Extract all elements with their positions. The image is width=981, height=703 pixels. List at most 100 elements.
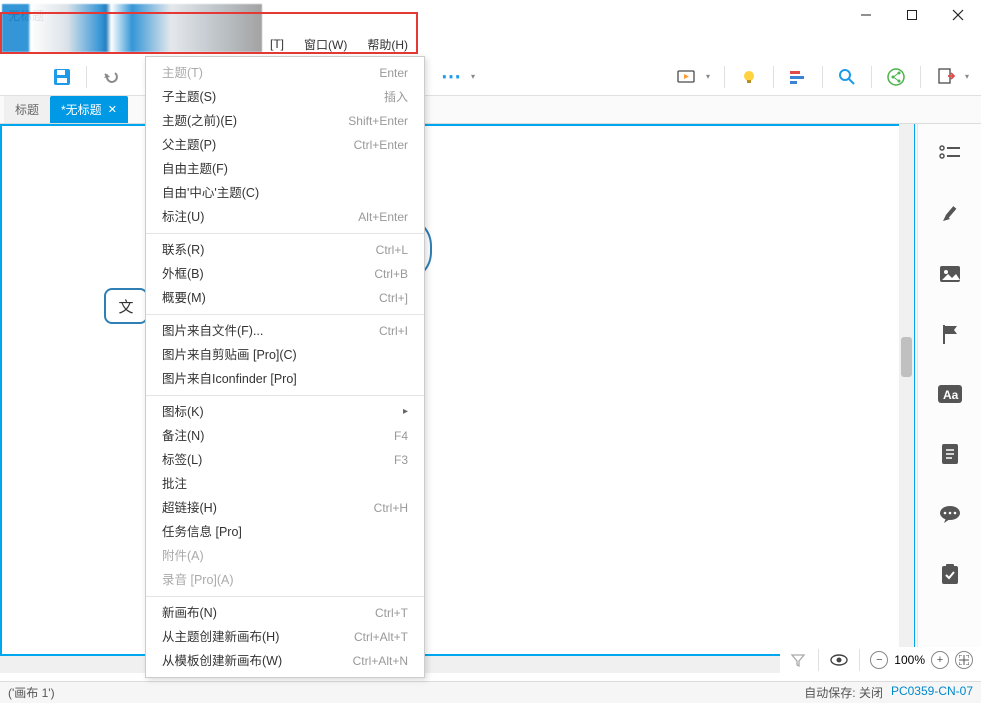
menu-item-label: 标注(U)	[162, 208, 204, 226]
menu-window[interactable]: 窗口(W)	[294, 32, 357, 57]
separator	[871, 66, 872, 88]
menu-separator	[146, 395, 424, 396]
separator	[818, 649, 819, 671]
menu-item[interactable]: 备注(N)F4	[146, 424, 424, 448]
vertical-scrollbar[interactable]	[899, 124, 914, 656]
menu-item[interactable]: 父主题(P)Ctrl+Enter	[146, 133, 424, 157]
menu-item-label: 录音 [Pro](A)	[162, 571, 234, 589]
menu-item[interactable]: 从主题创建新画布(H)Ctrl+Alt+T	[146, 625, 424, 649]
flag-icon[interactable]	[918, 304, 981, 364]
menu-item-label: 外框(B)	[162, 265, 204, 283]
menu-item[interactable]: 批注	[146, 472, 424, 496]
menu-item[interactable]: 任务信息 [Pro]	[146, 520, 424, 544]
menu-shortcut: Ctrl+Alt+N	[353, 652, 408, 670]
minimize-button[interactable]	[843, 0, 889, 30]
zoom-fit-button[interactable]	[955, 651, 973, 669]
chevron-down-icon[interactable]: ▾	[706, 72, 716, 81]
gantt-button[interactable]	[782, 61, 814, 93]
close-icon[interactable]: ✕	[108, 103, 117, 116]
tab-active[interactable]: *无标题✕	[50, 96, 128, 123]
save-button[interactable]	[46, 61, 78, 93]
export-button[interactable]	[929, 61, 961, 93]
menu-shortcut: Ctrl+L	[376, 241, 408, 259]
menu-separator	[146, 233, 424, 234]
menu-item[interactable]: 图标(K)▸	[146, 400, 424, 424]
menu-item[interactable]: 标签(L)F3	[146, 448, 424, 472]
menubar: [T] 窗口(W) 帮助(H)	[0, 30, 981, 58]
menu-item[interactable]: 超链接(H)Ctrl+H	[146, 496, 424, 520]
menu-item[interactable]: 图片来自剪贴画 [Pro](C)	[146, 343, 424, 367]
menu-item-label: 新画布(N)	[162, 604, 217, 622]
status-canvas-name: ('画布 1')	[8, 684, 55, 701]
canvas[interactable]: 文	[0, 124, 915, 656]
menu-item-label: 联系(R)	[162, 241, 204, 259]
menu-item[interactable]: 图片来自Iconfinder [Pro]	[146, 367, 424, 391]
menu-item-label: 父主题(P)	[162, 136, 216, 154]
menu-item[interactable]: 标注(U) Alt+Enter	[146, 205, 424, 229]
menu-shortcut: 插入	[384, 88, 408, 106]
menu-shortcut: Ctrl+T	[375, 604, 408, 622]
menu-item[interactable]: 新画布(N) Ctrl+T	[146, 601, 424, 625]
zoom-level: 100%	[894, 653, 925, 667]
topic-node[interactable]: 文	[104, 288, 148, 324]
svg-text:Aa: Aa	[943, 388, 959, 402]
zoom-button[interactable]	[831, 61, 863, 93]
image-icon[interactable]	[918, 244, 981, 304]
chevron-down-icon[interactable]: ▾	[965, 72, 975, 81]
menu-item[interactable]: 自由'中心'主题(C)	[146, 181, 424, 205]
side-panel: Aa	[917, 124, 981, 673]
menu-item[interactable]: 图片来自文件(F)...Ctrl+I	[146, 319, 424, 343]
text-style-icon[interactable]: Aa	[918, 364, 981, 424]
menu-item[interactable]: 外框(B)Ctrl+B	[146, 262, 424, 286]
task-icon[interactable]	[918, 544, 981, 604]
brush-icon[interactable]	[918, 184, 981, 244]
close-button[interactable]	[935, 0, 981, 30]
horizontal-scrollbar[interactable]	[0, 656, 899, 673]
menu-item[interactable]: 自由主题(F)	[146, 157, 424, 181]
menu-item[interactable]: 联系(R) Ctrl+L	[146, 238, 424, 262]
submenu-arrow-icon: ▸	[403, 403, 408, 421]
workarea: 文	[0, 124, 915, 656]
window-controls	[843, 0, 981, 30]
separator	[822, 66, 823, 88]
insert-dropdown-menu: 主题(T)Enter子主题(S)插入主题(之前)(E)Shift+Enter父主…	[145, 56, 425, 678]
menu-obscured[interactable]: [T]	[260, 33, 294, 55]
zoom-out-button[interactable]: −	[870, 651, 888, 669]
separator	[773, 66, 774, 88]
statusbar: ('画布 1') 自动保存: 关闭 PC0359-CN-07	[0, 681, 981, 703]
menu-item-label: 标签(L)	[162, 451, 202, 469]
menu-item-label: 主题(T)	[162, 64, 203, 82]
chevron-down-icon[interactable]: ▾	[471, 72, 481, 81]
menu-item-label: 图片来自Iconfinder [Pro]	[162, 370, 297, 388]
menu-item-label: 自由'中心'主题(C)	[162, 184, 259, 202]
maximize-button[interactable]	[889, 0, 935, 30]
menu-shortcut: Alt+Enter	[358, 208, 408, 226]
notes-icon[interactable]	[918, 424, 981, 484]
menu-item-label: 自由主题(F)	[162, 160, 228, 178]
more-button[interactable]: ⋯	[435, 61, 467, 93]
scroll-thumb[interactable]	[901, 337, 912, 377]
menu-item[interactable]: 概要(M)Ctrl+]	[146, 286, 424, 310]
menu-item[interactable]: 子主题(S)插入	[146, 85, 424, 109]
menu-shortcut: Ctrl+H	[374, 499, 408, 517]
outline-icon[interactable]	[918, 124, 981, 184]
menu-shortcut: Ctrl+Alt+T	[354, 628, 408, 646]
eye-icon[interactable]	[829, 650, 849, 670]
menu-item: 主题(T)Enter	[146, 61, 424, 85]
comment-icon[interactable]	[918, 484, 981, 544]
present-button[interactable]	[670, 61, 702, 93]
menu-item[interactable]: 主题(之前)(E)Shift+Enter	[146, 109, 424, 133]
menu-item: 附件(A)	[146, 544, 424, 568]
filter-icon[interactable]	[788, 650, 808, 670]
idea-button[interactable]	[733, 61, 765, 93]
menu-help[interactable]: 帮助(H)	[357, 32, 418, 57]
menu-item[interactable]: 从模板创建新画布(W)Ctrl+Alt+N	[146, 649, 424, 673]
zoom-in-button[interactable]: +	[931, 651, 949, 669]
status-autosave: 自动保存: 关闭	[804, 684, 883, 701]
menu-shortcut: F4	[394, 427, 408, 445]
undo-button[interactable]	[95, 61, 127, 93]
menu-item-label: 概要(M)	[162, 289, 206, 307]
menu-item-label: 主题(之前)(E)	[162, 112, 237, 130]
share-button[interactable]	[880, 61, 912, 93]
tab-inactive[interactable]: 标题	[4, 96, 50, 123]
